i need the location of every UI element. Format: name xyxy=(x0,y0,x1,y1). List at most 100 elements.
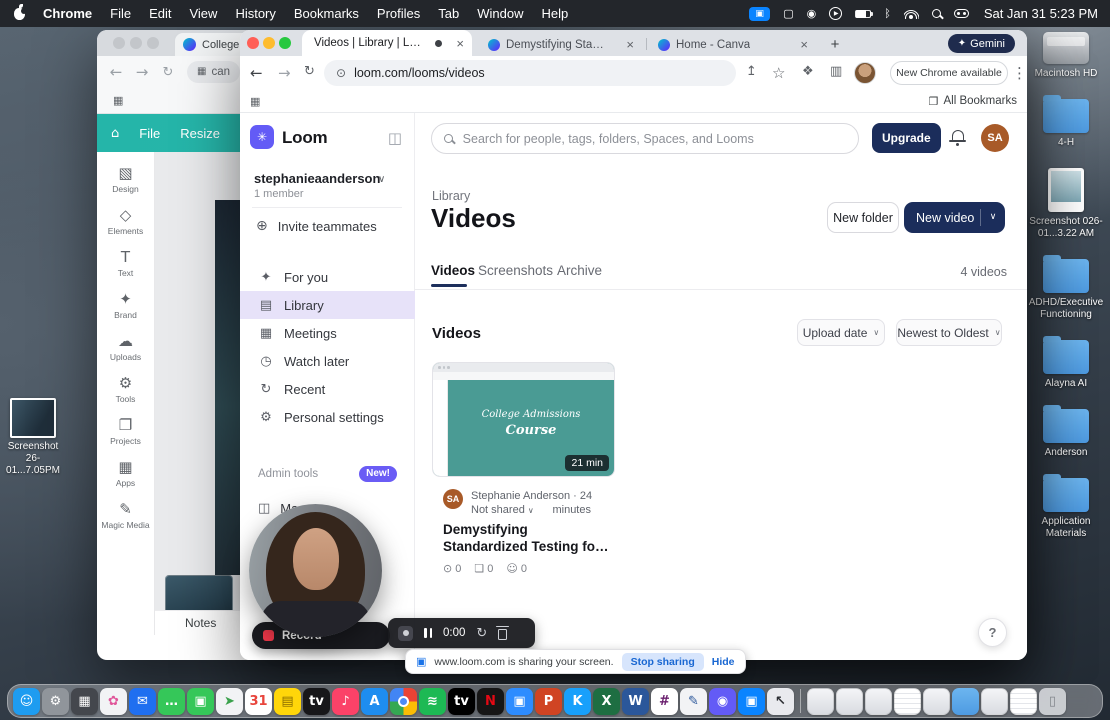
webcam-bubble[interactable] xyxy=(249,504,382,637)
dock-icon-downloads-folder[interactable] xyxy=(952,687,979,715)
canva-sidebar-item-apps[interactable]: ▦ Apps xyxy=(97,460,154,489)
dock-icon-apple-tv[interactable]: tv xyxy=(448,687,475,715)
menu-item-chrome[interactable]: Chrome xyxy=(43,6,92,21)
video-title[interactable]: Demystifying Standardized Testing for Co… xyxy=(443,522,611,555)
dock-icon-window-thumbnail[interactable] xyxy=(836,687,863,715)
close-window-button[interactable] xyxy=(113,37,125,49)
search-input[interactable] xyxy=(462,131,846,146)
desktop-icon-application-materials[interactable]: Application Materials xyxy=(1028,474,1104,540)
canva-sidebar-item-uploads[interactable]: ☁ Uploads xyxy=(97,334,154,363)
desktop-icon-4-h[interactable]: 4-H xyxy=(1028,95,1104,149)
dock-icon-goodnotes[interactable]: ✎ xyxy=(680,687,707,715)
desktop-icon-macintosh-hd[interactable]: Macintosh HD xyxy=(1028,32,1104,80)
dock-icon-keynote[interactable]: K xyxy=(564,687,591,715)
apps-grid-icon[interactable]: ▦ xyxy=(250,96,260,107)
dock-icon-calendar[interactable]: 31 xyxy=(245,687,272,715)
bookmark-star-icon[interactable]: ☆ xyxy=(772,64,785,82)
loom-logo[interactable]: ✳ xyxy=(250,125,274,149)
minimize-window-button[interactable] xyxy=(130,37,142,49)
hide-banner-link[interactable]: Hide xyxy=(712,656,735,668)
video-card[interactable]: College Admissions Course 21 min SA Step… xyxy=(432,362,615,575)
pause-icon[interactable] xyxy=(424,628,432,638)
new-folder-button[interactable]: New folder xyxy=(827,202,899,233)
close-tab-icon[interactable]: × xyxy=(626,37,634,52)
dock-icon-loom[interactable]: ◉ xyxy=(709,687,736,715)
collapse-sidebar-icon[interactable]: ◫ xyxy=(388,129,402,147)
help-button[interactable]: ? xyxy=(978,618,1007,647)
sidebar-item-meetings[interactable]: ▦ Meetings xyxy=(240,319,415,347)
recorder-toolbar[interactable]: 0:00 ↻ xyxy=(388,618,535,648)
dock-icon-pointer[interactable]: ↖ xyxy=(767,687,794,715)
sidebar-item-library[interactable]: ▤ Library xyxy=(240,291,415,319)
spotlight-search-icon[interactable] xyxy=(931,9,941,18)
share-icon[interactable]: ↥ xyxy=(746,64,757,79)
menu-bar-clock[interactable]: Sat Jan 31 5:23 PM xyxy=(984,6,1098,21)
dock-icon-window-thumbnail[interactable] xyxy=(981,687,1008,715)
tab-videos[interactable]: Videos xyxy=(431,263,475,278)
invite-teammates-button[interactable]: ⊕ Invite teammates xyxy=(240,213,415,239)
dock-icon-document-thumbnail[interactable] xyxy=(1010,687,1037,715)
all-bookmarks-button[interactable]: ❐ All Bookmarks xyxy=(929,95,1017,107)
workspace-name[interactable]: stephanieaanderson xyxy=(254,171,380,186)
dock-icon-tv[interactable]: tv xyxy=(303,687,330,715)
forward-icon[interactable]: → xyxy=(129,64,155,80)
dock-icon-spotify[interactable]: ≋ xyxy=(419,687,446,715)
dock-icon-trash[interactable]: ▯ xyxy=(1039,687,1066,715)
extensions-icon[interactable]: ❖ xyxy=(802,64,814,79)
dock-icon-document-thumbnail[interactable] xyxy=(894,687,921,715)
sort-order-dropdown[interactable]: Newest to Oldest ∨ xyxy=(896,319,1002,346)
canva-sidebar-item-elements[interactable]: ◇ Elements xyxy=(97,208,154,237)
apps-grid-icon[interactable]: ▦ xyxy=(113,95,123,106)
user-avatar[interactable]: SA xyxy=(981,124,1009,152)
canva-sidebar-item-brand[interactable]: ✦ Brand xyxy=(97,292,154,321)
dock-icon-photos[interactable]: ✿ xyxy=(100,687,127,715)
dock-icon-music[interactable]: ♪ xyxy=(332,687,359,715)
more-menu-icon[interactable]: ⋮ xyxy=(1012,64,1027,82)
search-bar[interactable] xyxy=(431,123,859,154)
sidebar-item-personal-settings[interactable]: ⚙ Personal settings xyxy=(240,403,415,431)
sidebar-item-for-you[interactable]: ✦ For you xyxy=(240,263,415,291)
home-icon[interactable]: ⌂ xyxy=(111,127,119,140)
dock-icon-settings[interactable]: ⚙ xyxy=(42,687,69,715)
new-chrome-available-button[interactable]: New Chrome available xyxy=(890,61,1008,85)
canva-sidebar-item-text[interactable]: T Text xyxy=(97,250,154,279)
back-icon[interactable]: ← xyxy=(103,64,129,80)
menu-item-edit[interactable]: Edit xyxy=(149,6,171,21)
site-info-icon[interactable]: ⊙ xyxy=(336,67,346,79)
dock-icon-window-thumbnail[interactable] xyxy=(923,687,950,715)
dock-icon-slack[interactable]: # xyxy=(651,687,678,715)
canva-sidebar-item-projects[interactable]: ❐ Projects xyxy=(97,418,154,447)
dock-icon-facetime[interactable]: ▣ xyxy=(187,687,214,715)
dock-icon-powerpoint[interactable]: P xyxy=(535,687,562,715)
desktop-icon-screenshot-026-01-3-22-am[interactable]: Screenshot 026-01...3.22 AM xyxy=(1028,168,1104,240)
tab-screenshots[interactable]: Screenshots xyxy=(478,263,553,278)
menu-item-help[interactable]: Help xyxy=(542,6,569,21)
battery-icon[interactable] xyxy=(855,9,874,18)
dock-icon-chrome[interactable] xyxy=(390,687,417,715)
side-panel-icon[interactable]: ▥ xyxy=(830,64,842,79)
dock-icon-window-thumbnail[interactable] xyxy=(807,687,834,715)
dock-icon-finder[interactable]: ☺ xyxy=(13,687,40,715)
forward-icon[interactable]: → xyxy=(278,64,291,82)
shared-status[interactable]: Not shared ∨ xyxy=(471,504,534,516)
stop-sharing-button[interactable]: Stop sharing xyxy=(621,652,704,671)
screen-recording-indicator-icon[interactable]: ▣ xyxy=(749,6,771,21)
desktop-icon-adhd-executive-functioning[interactable]: ADHD/Executive Functioning xyxy=(1028,255,1104,321)
menu-item-bookmarks[interactable]: Bookmarks xyxy=(294,6,359,21)
close-window-button[interactable] xyxy=(247,37,259,49)
record-status-icon[interactable]: ◉ xyxy=(807,8,817,19)
dock-icon-screen-share[interactable]: ▣ xyxy=(738,687,765,715)
dock-icon-mail[interactable]: ✉ xyxy=(129,687,156,715)
camera-status-icon[interactable]: ▢ xyxy=(783,8,793,19)
dock-icon-app-store[interactable]: A xyxy=(361,687,388,715)
tab-loom-videos[interactable]: Videos | Library | Loom × xyxy=(302,30,472,56)
menu-item-view[interactable]: View xyxy=(189,6,217,21)
canva-file-menu[interactable]: File xyxy=(139,126,160,141)
new-tab-button[interactable]: + xyxy=(824,33,846,55)
apple-menu-icon[interactable] xyxy=(14,3,27,20)
menu-item-tab[interactable]: Tab xyxy=(438,6,459,21)
address-bar-partial[interactable]: ▦ can xyxy=(187,61,240,83)
trash-icon[interactable] xyxy=(495,625,509,640)
canva-sidebar-item-tools[interactable]: ⚙ Tools xyxy=(97,376,154,405)
menu-item-history[interactable]: History xyxy=(235,6,275,21)
